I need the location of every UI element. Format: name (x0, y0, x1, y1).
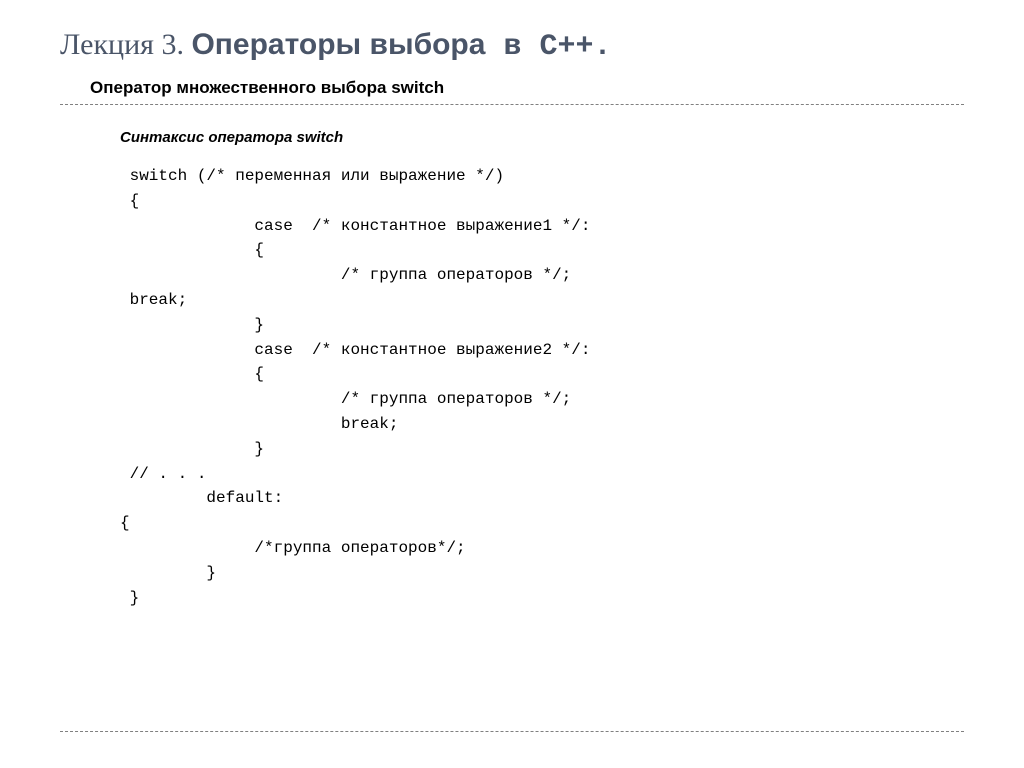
slide-title: Лекция 3. Операторы выбора в С++. (60, 28, 964, 64)
divider-bottom (60, 731, 964, 732)
subtitle: Оператор множественного выбора switch (90, 78, 964, 98)
title-light: Лекция 3. (60, 28, 191, 61)
title-bold-mono: в С++. (485, 30, 611, 64)
code-block: switch (/* переменная или выражение */) … (120, 164, 964, 610)
divider-top (60, 104, 964, 105)
title-bold: Операторы выбора (191, 28, 485, 61)
syntax-title: Синтаксис оператора switch (120, 129, 964, 146)
